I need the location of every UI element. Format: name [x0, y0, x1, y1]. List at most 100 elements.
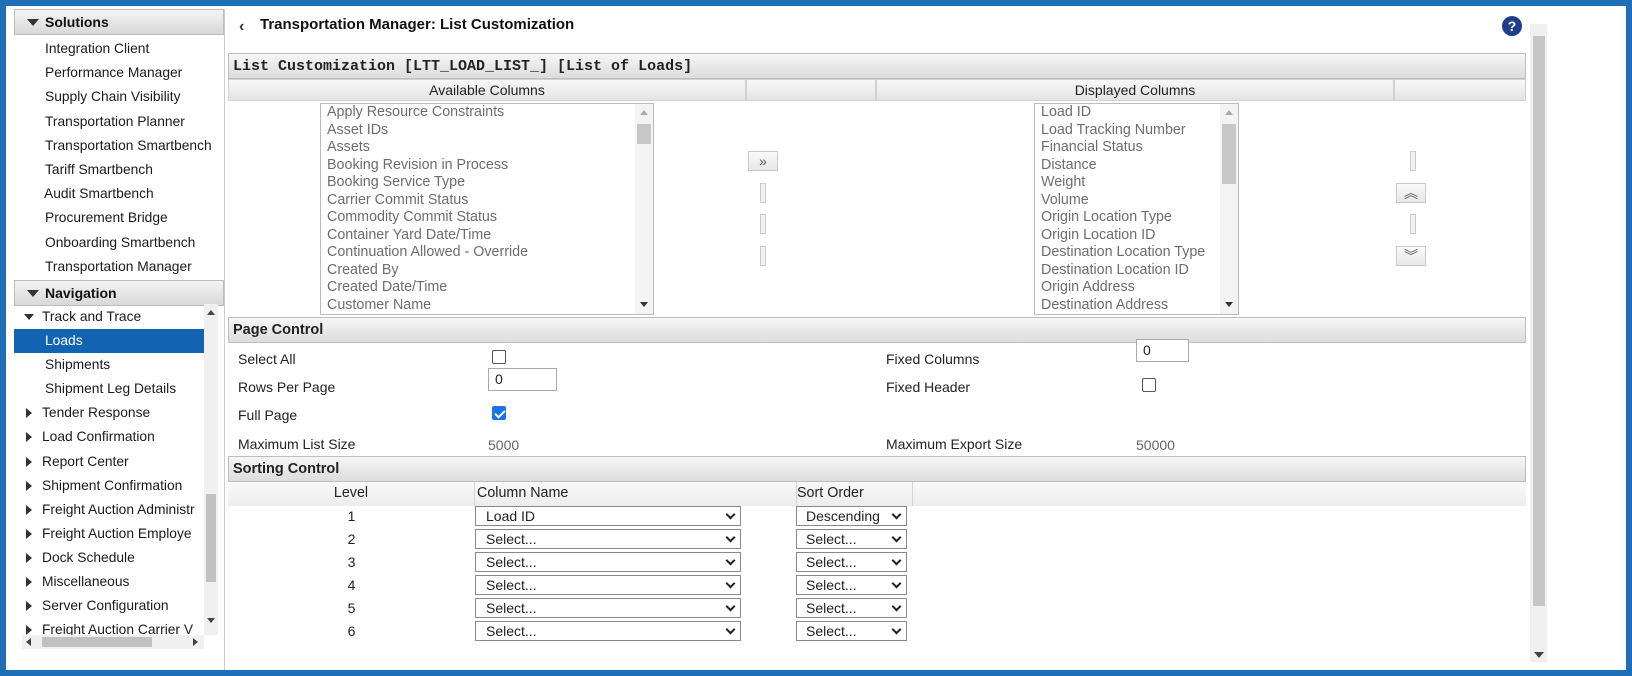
- list-item[interactable]: Container Yard Date/Time: [321, 227, 653, 245]
- collapse-icon[interactable]: [27, 289, 39, 297]
- expand-icon[interactable]: [26, 432, 32, 443]
- tree-item-loads[interactable]: Loads: [14, 329, 212, 354]
- move-button[interactable]: [760, 214, 766, 234]
- expand-icon[interactable]: [26, 480, 32, 491]
- solution-item[interactable]: Audit Smartbench: [14, 182, 224, 206]
- solution-item[interactable]: Transportation Smartbench: [14, 134, 224, 158]
- sort-order-select[interactable]: Select...: [796, 598, 907, 618]
- select-all-checkbox[interactable]: [492, 350, 506, 364]
- solution-item[interactable]: Procurement Bridge: [14, 206, 224, 230]
- solutions-header[interactable]: Solutions: [14, 9, 224, 35]
- scroll-thumb[interactable]: [206, 494, 216, 582]
- column-name-select[interactable]: Select...: [475, 621, 741, 641]
- move-down-button[interactable]: ︾: [1396, 246, 1426, 266]
- scroll-thumb[interactable]: [1222, 124, 1236, 184]
- move-button[interactable]: [1410, 214, 1416, 234]
- fixed-header-checkbox[interactable]: [1142, 378, 1156, 392]
- column-name-select[interactable]: Select...: [475, 529, 741, 549]
- move-up-button[interactable]: ︽: [1396, 183, 1426, 203]
- expand-icon[interactable]: [26, 528, 32, 539]
- sort-order-select[interactable]: Select...: [796, 621, 907, 641]
- sort-order-select[interactable]: Select...: [796, 575, 907, 595]
- scroll-thumb[interactable]: [1533, 36, 1545, 606]
- scroll-up-icon[interactable]: [640, 110, 648, 115]
- move-button[interactable]: [760, 183, 766, 203]
- move-button[interactable]: [1410, 151, 1416, 171]
- scroll-down-icon[interactable]: [640, 302, 648, 307]
- scroll-thumb[interactable]: [637, 124, 651, 144]
- list-item[interactable]: Assets: [321, 139, 653, 157]
- list-item[interactable]: Distance: [1035, 157, 1238, 175]
- tree-item-freight-auction-admin[interactable]: Freight Auction Administr: [14, 498, 212, 522]
- column-name-select[interactable]: Load ID: [475, 506, 741, 526]
- full-page-checkbox[interactable]: [492, 406, 506, 420]
- column-name-select[interactable]: Select...: [475, 552, 741, 572]
- back-icon[interactable]: ‹: [239, 18, 244, 36]
- solution-item[interactable]: Performance Manager: [14, 61, 224, 85]
- solution-item[interactable]: Supply Chain Visibility: [14, 85, 224, 109]
- solution-item[interactable]: Tariff Smartbench: [14, 158, 224, 182]
- sort-order-select[interactable]: Select...: [796, 552, 907, 572]
- list-item[interactable]: Asset IDs: [321, 122, 653, 140]
- tree-item-shipments[interactable]: Shipments: [14, 353, 212, 377]
- list-item[interactable]: Created Date/Time: [321, 279, 653, 297]
- expand-icon[interactable]: [26, 552, 32, 563]
- expand-icon[interactable]: [26, 601, 32, 612]
- tree-item-freight-auction-employee[interactable]: Freight Auction Employe: [14, 522, 212, 546]
- tree-item-load-confirmation[interactable]: Load Confirmation: [14, 425, 212, 449]
- list-item[interactable]: Customer Name: [321, 297, 653, 315]
- tree-item-miscellaneous[interactable]: Miscellaneous: [14, 570, 212, 594]
- scroll-up-icon[interactable]: [207, 310, 215, 315]
- scroll-up-icon[interactable]: [1225, 110, 1233, 115]
- tree-item-shipment-leg-details[interactable]: Shipment Leg Details: [14, 377, 212, 401]
- expand-icon[interactable]: [26, 625, 32, 636]
- list-item[interactable]: Weight: [1035, 174, 1238, 192]
- nav-vertical-scrollbar[interactable]: [204, 304, 218, 635]
- expanded-icon[interactable]: [24, 314, 34, 320]
- column-name-select[interactable]: Select...: [475, 575, 741, 595]
- sort-order-select[interactable]: Descending: [796, 506, 907, 526]
- solution-item[interactable]: Onboarding Smartbench: [14, 231, 224, 255]
- list-item[interactable]: Origin Location Type: [1035, 209, 1238, 227]
- solution-item[interactable]: Integration Client: [14, 37, 224, 61]
- main-vertical-scrollbar[interactable]: [1530, 24, 1547, 662]
- expand-icon[interactable]: [26, 577, 32, 588]
- expand-icon[interactable]: [26, 456, 32, 467]
- expand-icon[interactable]: [26, 408, 32, 419]
- fixed-columns-input[interactable]: 0: [1136, 339, 1189, 362]
- list-item[interactable]: Destination Address: [1035, 297, 1238, 315]
- column-name-select[interactable]: Select...: [475, 598, 741, 618]
- list-scrollbar[interactable]: [635, 104, 653, 314]
- collapse-icon[interactable]: [27, 19, 39, 26]
- list-item[interactable]: Apply Resource Constraints: [321, 104, 653, 122]
- list-item[interactable]: Load ID: [1035, 104, 1238, 122]
- navigation-header[interactable]: Navigation: [14, 279, 224, 306]
- list-item[interactable]: Created By: [321, 262, 653, 280]
- scroll-thumb[interactable]: [42, 637, 152, 647]
- scroll-down-icon[interactable]: [1534, 652, 1544, 658]
- list-item[interactable]: Volume: [1035, 192, 1238, 210]
- move-button[interactable]: [760, 246, 766, 266]
- solution-item[interactable]: Transportation Planner: [14, 110, 224, 134]
- help-icon[interactable]: ?: [1502, 16, 1522, 36]
- list-scrollbar[interactable]: [1220, 104, 1238, 314]
- available-columns-list[interactable]: Apply Resource Constraints Asset IDs Ass…: [320, 103, 654, 315]
- tree-item-track-and-trace[interactable]: Track and Trace: [14, 305, 212, 329]
- solution-item[interactable]: Transportation Manager: [14, 255, 224, 279]
- list-item[interactable]: Booking Revision in Process: [321, 157, 653, 175]
- list-item[interactable]: Origin Address: [1035, 279, 1238, 297]
- displayed-columns-list[interactable]: Load ID Load Tracking Number Financial S…: [1034, 103, 1239, 315]
- tree-item-shipment-confirmation[interactable]: Shipment Confirmation: [14, 474, 212, 498]
- scroll-down-icon[interactable]: [1225, 302, 1233, 307]
- tree-item-tender-response[interactable]: Tender Response: [14, 401, 212, 425]
- list-item[interactable]: Continuation Allowed - Override: [321, 244, 653, 262]
- list-item[interactable]: Destination Location Type: [1035, 244, 1238, 262]
- scroll-right-icon[interactable]: [193, 638, 198, 646]
- nav-horizontal-scrollbar[interactable]: [22, 635, 204, 649]
- add-column-button[interactable]: »: [748, 151, 778, 171]
- tree-item-report-center[interactable]: Report Center: [14, 450, 212, 474]
- list-item[interactable]: Financial Status: [1035, 139, 1238, 157]
- sort-order-select[interactable]: Select...: [796, 529, 907, 549]
- expand-icon[interactable]: [26, 504, 32, 515]
- list-item[interactable]: Booking Service Type: [321, 174, 653, 192]
